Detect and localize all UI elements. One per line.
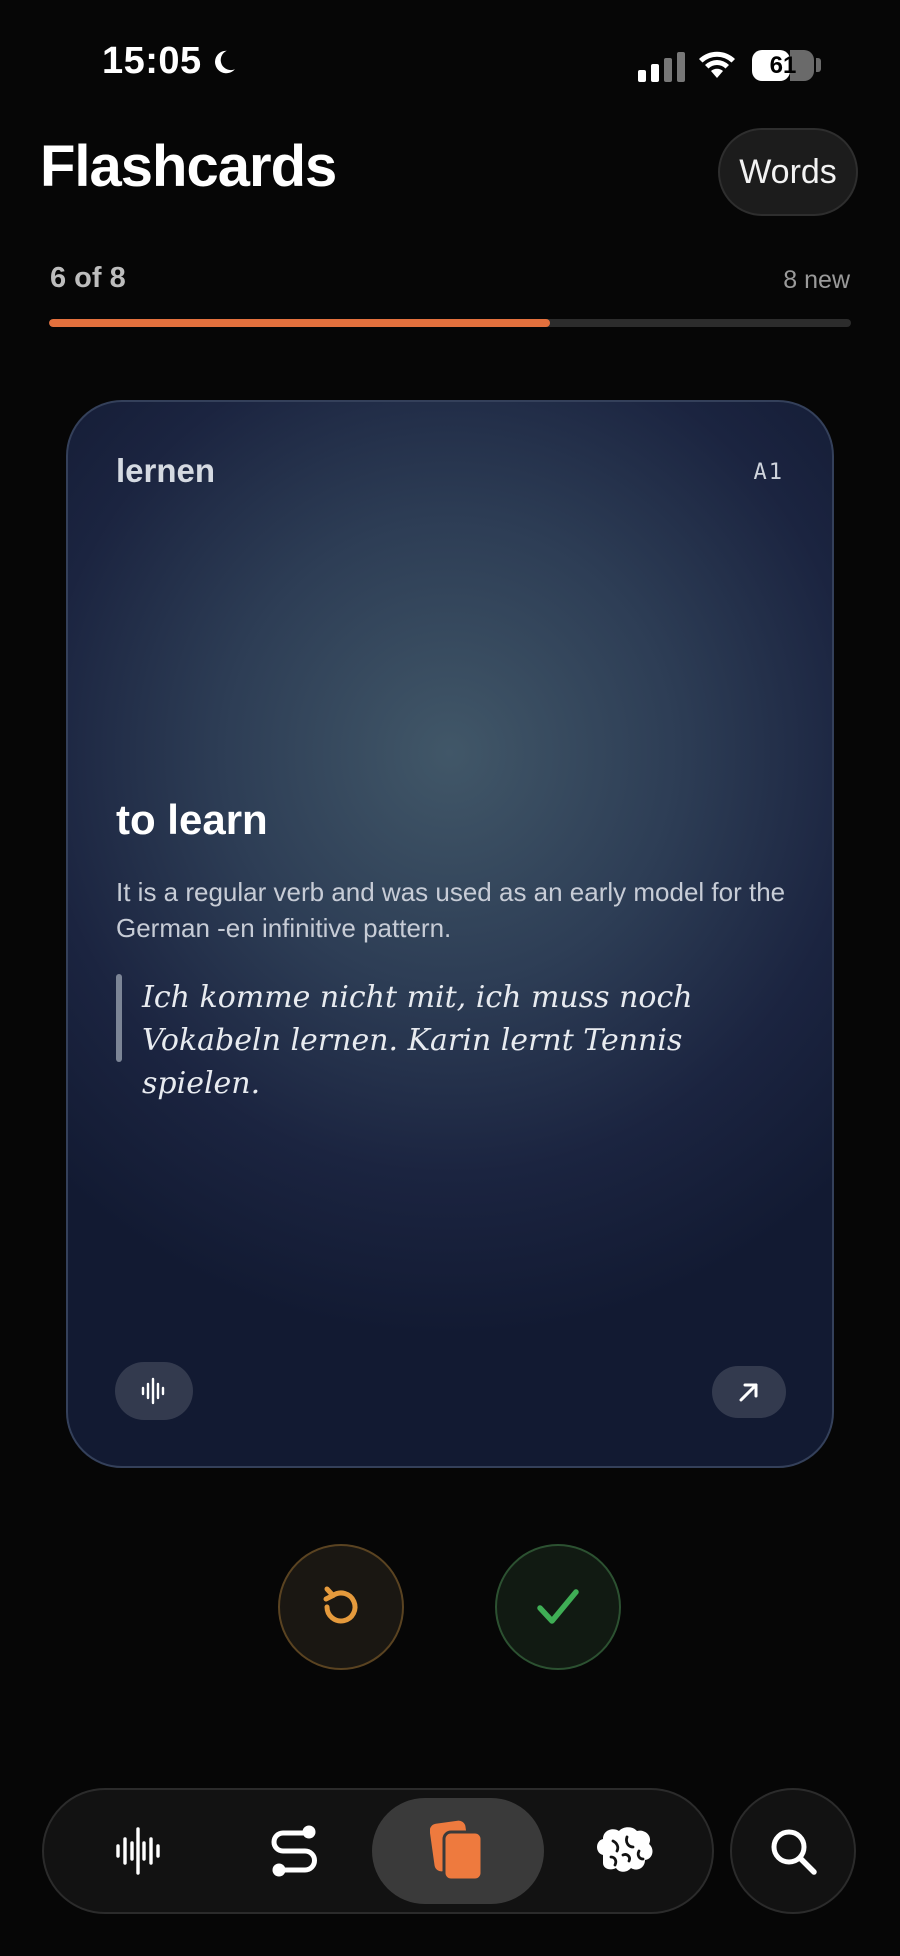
new-count-label: 8 new bbox=[783, 266, 850, 294]
search-icon bbox=[771, 1829, 817, 1875]
nav-item-listen[interactable] bbox=[88, 1790, 188, 1912]
nav-item-path[interactable] bbox=[244, 1790, 344, 1912]
page-title: Flashcards bbox=[40, 134, 337, 199]
card-word: lernen bbox=[116, 452, 216, 489]
open-details-button[interactable] bbox=[712, 1366, 786, 1418]
moon-icon bbox=[214, 50, 235, 73]
audio-waveform-icon bbox=[141, 1377, 165, 1405]
progress-bar bbox=[49, 319, 851, 327]
card-example: Ich komme nicht mit, ich muss noch Vokab… bbox=[142, 980, 693, 1101]
nav-item-flashcards[interactable] bbox=[372, 1798, 544, 1904]
bottom-nav bbox=[42, 1788, 714, 1914]
rotate-ccw-icon bbox=[323, 1586, 358, 1624]
battery-cap bbox=[816, 58, 821, 72]
battery-icon: 61 bbox=[752, 50, 814, 81]
progress-label: 6 of 8 bbox=[50, 262, 126, 294]
card-translation: to learn bbox=[116, 796, 268, 843]
time-text: 15:05 bbox=[102, 40, 202, 82]
progress-bar-fill bbox=[49, 319, 551, 327]
brain-icon bbox=[597, 1827, 653, 1872]
nav-item-brain[interactable] bbox=[574, 1790, 674, 1912]
cards-icon bbox=[430, 1820, 484, 1882]
waveform-icon bbox=[116, 1827, 160, 1875]
path-icon bbox=[271, 1825, 317, 1877]
card-note: It is a regular verb and was used as an … bbox=[116, 877, 786, 943]
words-button[interactable]: Words bbox=[718, 128, 858, 216]
expand-arrow-icon bbox=[739, 1383, 758, 1402]
flashcard[interactable]: lernen A1 to learn It is a regular verb … bbox=[66, 400, 834, 1468]
know-button[interactable] bbox=[495, 1544, 621, 1670]
example-quote-bar bbox=[116, 974, 122, 1062]
card-level-badge: A1 bbox=[753, 460, 784, 485]
checkmark-icon bbox=[537, 1589, 579, 1624]
battery-percent: 61 bbox=[769, 52, 797, 79]
cellular-signal-icon bbox=[638, 52, 685, 82]
again-button[interactable] bbox=[278, 1544, 404, 1670]
play-audio-button[interactable] bbox=[115, 1362, 193, 1420]
search-button[interactable] bbox=[730, 1788, 856, 1914]
status-time: 15:05 bbox=[102, 40, 238, 83]
wifi-icon bbox=[699, 51, 735, 78]
